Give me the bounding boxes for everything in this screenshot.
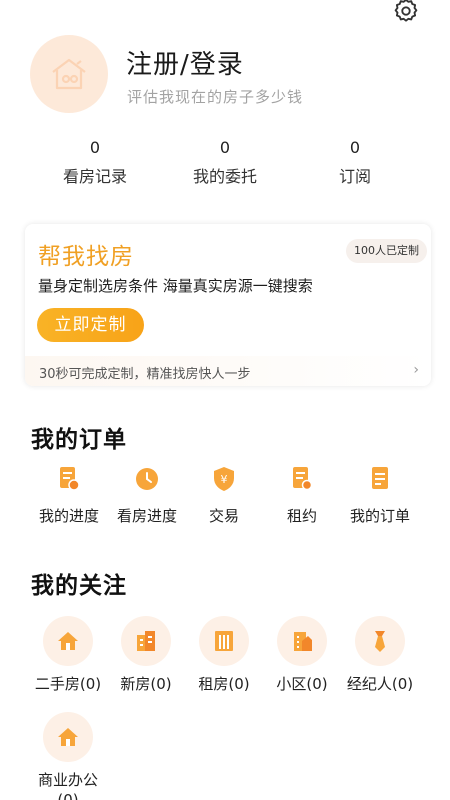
login-link[interactable]: 注册/登录: [126, 44, 244, 81]
stat-value: 0: [349, 138, 361, 157]
section-title-orders: 我的订单: [31, 427, 127, 453]
valuation-subtitle[interactable]: 评估我现在的房子多少钱: [127, 86, 303, 107]
rent-building-icon: [215, 631, 233, 651]
agent-tie-icon: [375, 631, 385, 652]
order-lease[interactable]: 租约: [262, 465, 342, 526]
gear-icon: [394, 0, 418, 22]
follow-rent[interactable]: 租房(0): [184, 616, 264, 694]
stat-label: 看房记录: [62, 167, 127, 186]
card-footer-text: 30秒可完成定制，精准找房快人一步: [39, 367, 251, 382]
clock-icon: [136, 468, 158, 490]
follow-label: 二手房(0): [34, 675, 102, 693]
order-my-orders[interactable]: 我的订单: [340, 465, 420, 526]
stats-row: 0 看房记录 0 我的委托 0 订阅: [30, 135, 420, 195]
card-title: 帮我找房: [38, 244, 134, 270]
follow-label: 新房(0): [120, 675, 172, 693]
house-avatar-icon: [52, 58, 86, 90]
order-label: 租约: [286, 507, 317, 525]
follow-agent[interactable]: 经纪人(0): [340, 616, 420, 694]
progress-doc-icon: [60, 467, 80, 491]
community-icon: [294, 632, 312, 651]
follow-label: 商业办公(0): [37, 771, 98, 800]
follow-label: 小区(0): [276, 675, 328, 693]
stat-label: 订阅: [338, 167, 371, 186]
order-label: 我的订单: [349, 507, 410, 525]
order-my-progress[interactable]: 我的进度: [29, 465, 109, 526]
house-icon: [58, 632, 78, 650]
settings-button[interactable]: [389, 0, 423, 28]
follow-community[interactable]: 小区(0): [262, 616, 342, 694]
status-badge: 100人已定制: [346, 239, 427, 263]
follow-second-hand[interactable]: 二手房(0): [28, 616, 108, 694]
svg-text:¥: ¥: [221, 473, 228, 486]
building-icon: [137, 631, 155, 651]
stat-label: 我的委托: [192, 167, 257, 186]
customize-now-button[interactable]: 立即定制: [37, 308, 144, 342]
card-description: 量身定制选房条件 海量真实房源一键搜索: [38, 277, 313, 295]
follow-label: 经纪人(0): [346, 675, 414, 693]
order-label: 我的进度: [38, 507, 99, 525]
follow-label: 租房(0): [198, 675, 250, 693]
office-house-icon: [58, 728, 78, 746]
order-label: 交易: [208, 507, 239, 525]
avatar[interactable]: [30, 35, 108, 113]
order-transaction[interactable]: ¥ 交易: [184, 465, 264, 526]
stat-viewing-records[interactable]: 0 看房记录: [30, 135, 160, 187]
yuan-shield-icon: ¥: [214, 467, 234, 491]
order-doc-icon: [372, 467, 388, 489]
follow-commercial-office[interactable]: 商业办公(0): [28, 712, 108, 800]
stat-value: 0: [89, 138, 101, 157]
stat-my-entrust[interactable]: 0 我的委托: [160, 135, 290, 187]
profile-header[interactable]: 注册/登录 评估我现在的房子多少钱: [30, 35, 430, 115]
order-label: 看房进度: [116, 507, 177, 525]
chevron-right-icon: ›: [413, 362, 419, 378]
stat-value: 0: [219, 138, 231, 157]
section-title-follows: 我的关注: [31, 573, 127, 599]
find-home-card[interactable]: 帮我找房 100人已定制 量身定制选房条件 海量真实房源一键搜索 立即定制 30…: [25, 224, 431, 386]
lease-doc-icon: [293, 467, 313, 491]
card-footer[interactable]: 30秒可完成定制，精准找房快人一步 ›: [25, 356, 431, 386]
order-viewing-progress[interactable]: 看房进度: [107, 465, 187, 526]
stat-subscriptions[interactable]: 0 订阅: [290, 135, 420, 187]
follow-new-home[interactable]: 新房(0): [106, 616, 186, 694]
